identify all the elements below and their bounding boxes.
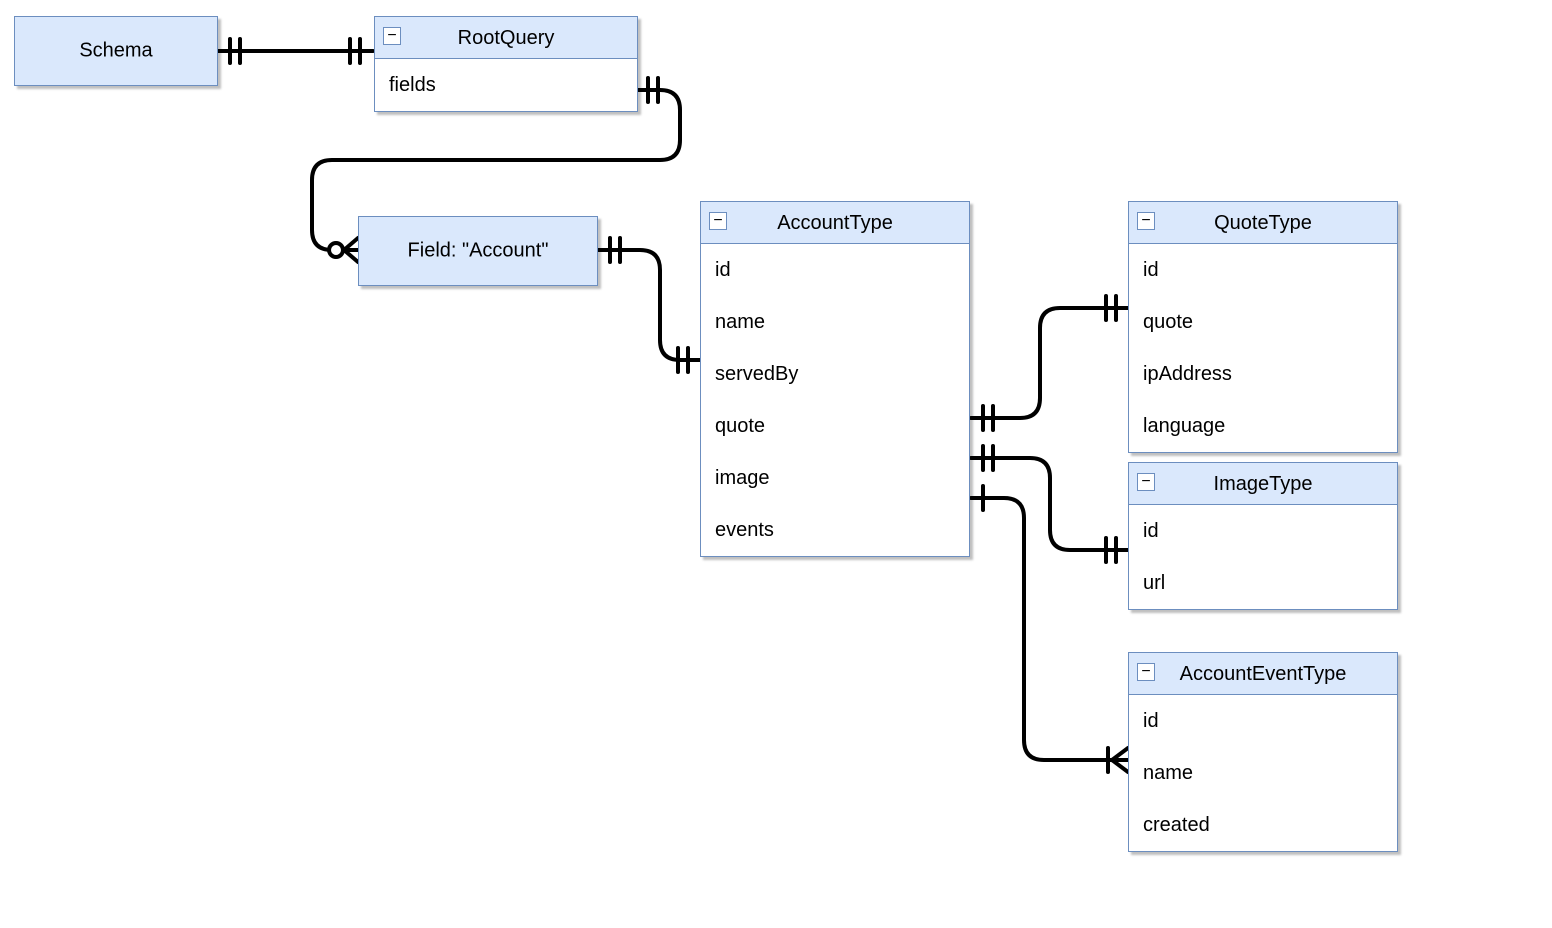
node-imagetype-title: ImageType (1214, 473, 1313, 495)
node-field-account-title: Field: "Account" (359, 240, 597, 263)
edge-accounttype-imagetype (971, 446, 1128, 562)
node-imagetype[interactable]: − ImageType id url (1128, 462, 1398, 610)
field-row: quote (1129, 296, 1397, 348)
node-quotetype-body: id quote ipAddress language (1129, 244, 1397, 452)
field-row: id (1129, 505, 1397, 557)
edge-accounttype-quotetype (971, 296, 1128, 430)
node-accounteventtype-body: id name created (1129, 695, 1397, 851)
node-rootquery[interactable]: − RootQuery fields (374, 16, 638, 112)
collapse-icon[interactable]: − (1137, 663, 1155, 681)
node-field-account[interactable]: Field: "Account" (358, 216, 598, 286)
diagram-canvas: Schema − RootQuery fields Field: "Accoun… (0, 0, 1552, 928)
edge-fieldaccount-accounttype (598, 238, 700, 372)
node-accounteventtype[interactable]: − AccountEventType id name created (1128, 652, 1398, 852)
node-imagetype-body: id url (1129, 505, 1397, 609)
node-accounteventtype-title: AccountEventType (1180, 663, 1347, 685)
field-row: id (1129, 695, 1397, 747)
field-row: quote (701, 400, 969, 452)
collapse-icon[interactable]: − (383, 27, 401, 45)
node-quotetype-header: − QuoteType (1129, 202, 1397, 244)
collapse-icon[interactable]: − (1137, 212, 1155, 230)
edge-accounttype-accounteventtype (971, 486, 1128, 772)
field-row: name (701, 296, 969, 348)
field-row: fields (375, 59, 637, 111)
field-row: language (1129, 400, 1397, 452)
field-row: created (1129, 799, 1397, 851)
node-rootquery-title: RootQuery (458, 27, 555, 49)
field-row: url (1129, 557, 1397, 609)
node-accounttype[interactable]: − AccountType id name servedBy quote ima… (700, 201, 970, 557)
node-accounteventtype-header: − AccountEventType (1129, 653, 1397, 695)
field-row: ipAddress (1129, 348, 1397, 400)
field-row: servedBy (701, 348, 969, 400)
node-accounttype-header: − AccountType (701, 202, 969, 244)
node-rootquery-body: fields (375, 59, 637, 111)
node-schema[interactable]: Schema (14, 16, 218, 86)
field-row: id (1129, 244, 1397, 296)
field-row: id (701, 244, 969, 296)
field-row: name (1129, 747, 1397, 799)
collapse-icon[interactable]: − (1137, 473, 1155, 491)
field-row: events (701, 504, 969, 556)
edge-schema-rootquery (218, 39, 373, 63)
node-imagetype-header: − ImageType (1129, 463, 1397, 505)
node-rootquery-header: − RootQuery (375, 17, 637, 59)
node-accounttype-body: id name servedBy quote image events (701, 244, 969, 556)
node-accounttype-title: AccountType (777, 212, 893, 234)
node-quotetype-title: QuoteType (1214, 212, 1312, 234)
field-row: image (701, 452, 969, 504)
collapse-icon[interactable]: − (709, 212, 727, 230)
node-quotetype[interactable]: − QuoteType id quote ipAddress language (1128, 201, 1398, 453)
node-schema-title: Schema (15, 40, 217, 63)
